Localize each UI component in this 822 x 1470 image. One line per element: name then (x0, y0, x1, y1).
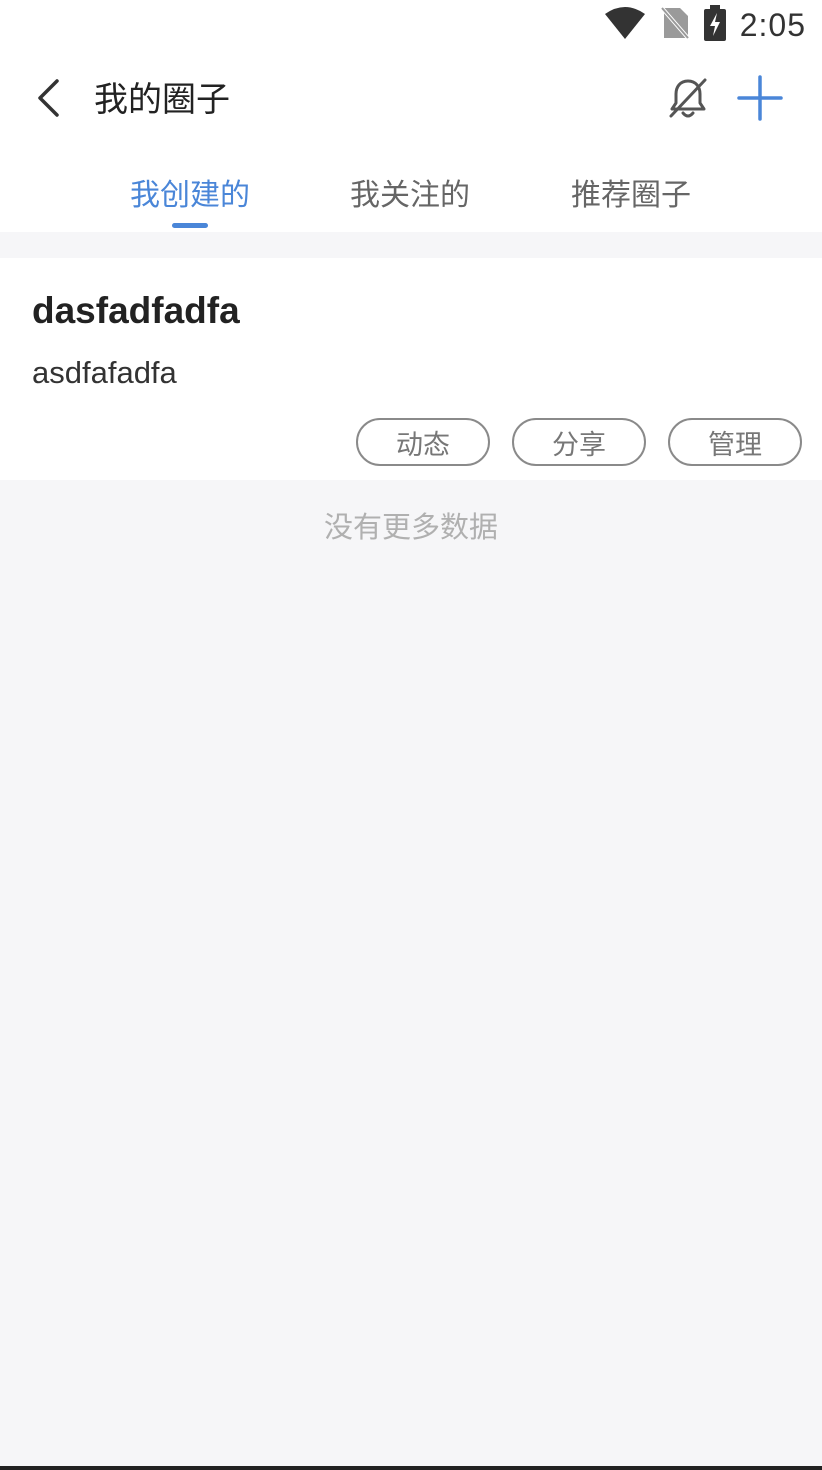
bell-off-icon (667, 76, 709, 124)
circle-actions: 动态 分享 管理 (356, 418, 802, 466)
circle-name: dasfadfadfa (32, 290, 240, 331)
no-sim-icon (660, 6, 690, 44)
add-circle-button[interactable] (734, 74, 786, 126)
battery-charging-icon (703, 5, 726, 45)
activity-button[interactable]: 动态 (356, 418, 490, 466)
tab-bar: 我创建的 我关注的 推荐圈子 (0, 150, 822, 232)
plus-icon (737, 75, 783, 125)
back-button[interactable] (28, 78, 68, 122)
no-more-data-text: 没有更多数据 (323, 510, 498, 544)
wifi-icon (604, 6, 646, 44)
circle-description: asdfafadfa (32, 355, 177, 390)
tab-following[interactable]: 我关注的 (320, 174, 500, 218)
mute-notifications-button[interactable] (664, 76, 712, 124)
share-button[interactable]: 分享 (512, 418, 646, 466)
status-time: 2:05 (739, 6, 806, 43)
bottom-divider (0, 1466, 822, 1470)
app-header: 我的圈子 (0, 50, 822, 150)
circle-card[interactable]: dasfadfadfa asdfafadfa 动态 分享 管理 (0, 258, 822, 480)
status-bar: 2:05 (0, 0, 822, 50)
manage-button[interactable]: 管理 (668, 418, 802, 466)
status-icons: 2:05 (604, 5, 806, 45)
tab-created[interactable]: 我创建的 (100, 174, 280, 218)
active-tab-indicator (172, 223, 208, 228)
page-title: 我的圈子 (94, 80, 230, 120)
tab-recommended[interactable]: 推荐圈子 (541, 174, 721, 218)
chevron-left-icon (35, 78, 61, 122)
